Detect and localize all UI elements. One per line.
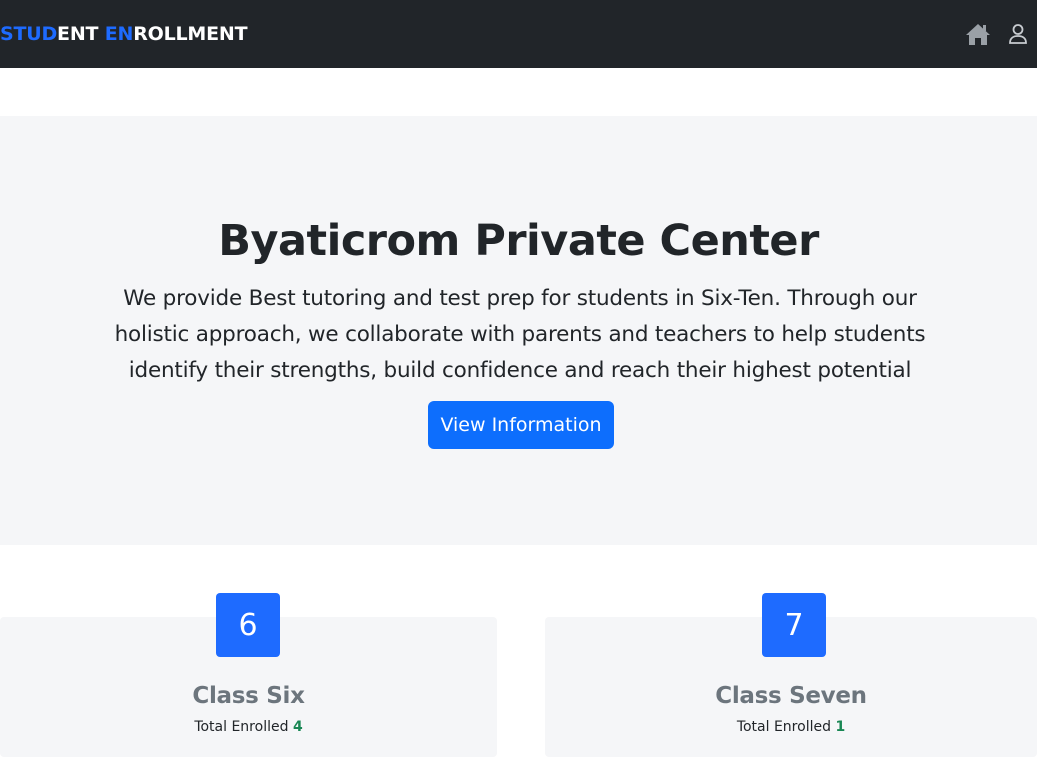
class-number-badge: 7 bbox=[762, 593, 826, 657]
class-title: Class Six bbox=[192, 683, 305, 709]
nav-icons bbox=[963, 19, 1037, 49]
hero-section: Byaticrom Private Center We provide Best… bbox=[0, 116, 1037, 545]
enrolled-info: Total Enrolled 4 bbox=[0, 719, 497, 735]
brand-logo[interactable]: STUDENT ENROLLMENT bbox=[0, 23, 248, 45]
enrolled-label: Total Enrolled bbox=[736, 719, 831, 735]
enrolled-label: Total Enrolled bbox=[194, 719, 289, 735]
class-number-badge: 6 bbox=[216, 593, 280, 657]
home-icon[interactable] bbox=[963, 19, 993, 49]
brand-part: ENT bbox=[57, 23, 105, 45]
hero-title: Byaticrom Private Center bbox=[218, 216, 819, 266]
top-navbar: STUDENT ENROLLMENT bbox=[0, 0, 1037, 68]
user-icon[interactable] bbox=[1003, 19, 1033, 49]
class-title: Class Seven bbox=[715, 683, 867, 709]
brand-part: ROLLMENT bbox=[133, 23, 248, 45]
view-information-button[interactable]: View Information bbox=[428, 401, 614, 449]
hero-description: We provide Best tutoring and test prep f… bbox=[114, 286, 926, 383]
enrolled-count: 4 bbox=[292, 719, 303, 735]
enrolled-info: Total Enrolled 1 bbox=[545, 719, 1037, 735]
brand-part: STUD bbox=[0, 23, 58, 45]
brand-part: EN bbox=[104, 23, 134, 45]
enrolled-count: 1 bbox=[835, 719, 846, 735]
